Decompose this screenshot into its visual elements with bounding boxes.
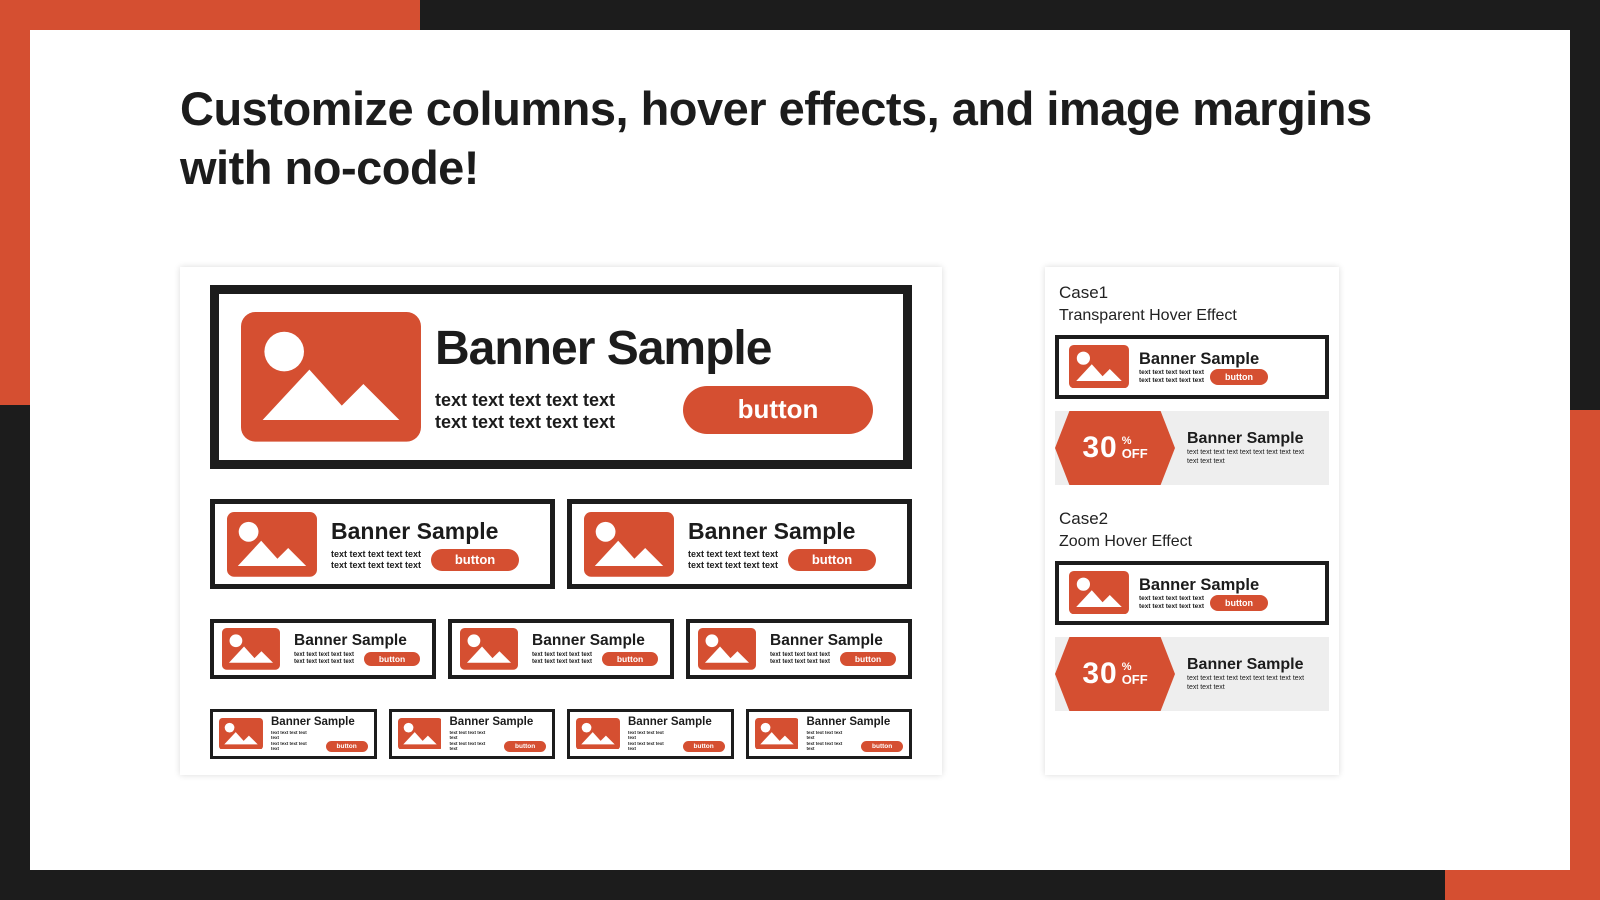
showcase-row-2: Banner Sampletext text text text texttex…	[210, 499, 912, 589]
banner-text-line: text text text text text	[435, 411, 615, 434]
banner-button[interactable]: button	[504, 741, 546, 752]
banner-button[interactable]: button	[326, 741, 368, 752]
promo-text-line: text text text text text text text text …	[1187, 448, 1304, 457]
banner-title: Banner Sample	[294, 632, 424, 650]
banner-text-line: text text text text text	[1139, 377, 1204, 385]
promo-banner[interactable]: 30 %OFF Banner Sample text text text tex…	[1055, 411, 1329, 485]
banner-text-line: text text text text text	[688, 549, 778, 560]
case-label: Case2	[1059, 509, 1325, 529]
banner-button[interactable]: button	[840, 652, 896, 666]
banner-text-line: text text text text text	[450, 730, 495, 741]
banner-text-line: text text text text text	[450, 741, 495, 752]
banner-title: Banner Sample	[271, 716, 368, 728]
banner-button[interactable]: button	[431, 549, 519, 571]
banner-card[interactable]: Banner Sample text text text text texttex…	[210, 619, 436, 679]
banner-card[interactable]: Banner Sample text text text text texttex…	[389, 709, 556, 759]
promo-banner[interactable]: 30 %OFF Banner Sample text text text tex…	[1055, 637, 1329, 711]
banner-text-line: text text text text text	[331, 560, 421, 571]
banner-card[interactable]: Banner Sample text text text text text t…	[210, 285, 912, 469]
banner-button[interactable]: button	[788, 549, 876, 571]
showcase-row-3: Banner Sampletext text text text texttex…	[210, 619, 912, 679]
image-placeholder-icon	[584, 512, 674, 576]
banner-text-line: text text text text text	[770, 652, 830, 659]
banner-button[interactable]: button	[1210, 369, 1268, 385]
image-placeholder-icon	[1069, 345, 1129, 389]
banner-card[interactable]: Banner Sample text text text text texttex…	[448, 619, 674, 679]
banner-text-line: text text text text text	[435, 389, 615, 412]
banner-card[interactable]: Banner Sampletext text text text texttex…	[1055, 335, 1329, 399]
banner-title: Banner Sample	[331, 518, 538, 545]
banner-card[interactable]: Banner Sample text text text text texttex…	[210, 499, 555, 589]
case-subtitle: Zoom Hover Effect	[1059, 533, 1325, 551]
banner-button[interactable]: button	[1210, 595, 1268, 611]
banner-text-line: text text text text text	[271, 730, 316, 741]
banner-text-line: text text text text text	[1139, 603, 1204, 611]
promo-title: Banner Sample	[1187, 430, 1304, 448]
banner-card[interactable]: Banner Sample text text text text texttex…	[567, 709, 734, 759]
image-placeholder-icon	[755, 718, 799, 750]
discount-off: OFF	[1122, 673, 1148, 686]
banner-title: Banner Sample	[807, 716, 904, 728]
image-placeholder-icon	[1069, 571, 1129, 615]
banner-button[interactable]: button	[602, 652, 658, 666]
showcase-panel: Banner Sample text text text text text t…	[180, 267, 942, 775]
promo-text-line: text text text	[1187, 457, 1304, 466]
banner-card[interactable]: Banner Sampletext text text text texttex…	[1055, 561, 1329, 625]
banner-text-line: text text text text text	[688, 560, 778, 571]
banner-text-line: text text text text text	[1139, 595, 1204, 603]
banner-button[interactable]: button	[683, 741, 725, 752]
banner-button[interactable]: button	[861, 741, 903, 752]
banner-button[interactable]: button	[683, 386, 873, 434]
case-subtitle: Transparent Hover Effect	[1059, 307, 1325, 325]
discount-number: 30	[1082, 657, 1117, 691]
image-placeholder-icon	[241, 312, 421, 442]
image-placeholder-icon	[398, 718, 442, 750]
case-label: Case1	[1059, 283, 1325, 303]
image-placeholder-icon	[698, 628, 756, 670]
banner-text-line: text text text text text	[807, 741, 852, 752]
image-placeholder-icon	[460, 628, 518, 670]
image-placeholder-icon	[222, 628, 280, 670]
discount-number: 30	[1082, 431, 1117, 465]
banner-title: Banner Sample	[770, 632, 900, 650]
promo-text-line: text text text text text text text text …	[1187, 674, 1304, 683]
showcase-row-1: Banner Sample text text text text text t…	[210, 285, 912, 469]
banner-title: Banner Sample	[450, 716, 547, 728]
page-surface: Customize columns, hover effects, and im…	[30, 30, 1570, 870]
banner-title: Banner Sample	[628, 716, 725, 728]
banner-text-line: text text text text text	[294, 659, 354, 666]
banner-card[interactable]: Banner Sample text text text text texttex…	[746, 709, 913, 759]
sidebar-panel: Case1 Transparent Hover Effect Banner Sa…	[1045, 267, 1339, 775]
banner-title: Banner Sample	[435, 321, 873, 376]
discount-badge: 30 %OFF	[1055, 637, 1175, 711]
discount-off: OFF	[1122, 447, 1148, 460]
banner-title: Banner Sample	[1139, 576, 1268, 595]
banner-title: Banner Sample	[1139, 350, 1268, 369]
banner-text-line: text text text text text	[331, 549, 421, 560]
page-title: Customize columns, hover effects, and im…	[180, 80, 1470, 198]
banner-text-line: text text text text text	[770, 659, 830, 666]
banner-title: Banner Sample	[688, 518, 895, 545]
banner-card[interactable]: Banner Sample text text text text texttex…	[686, 619, 912, 679]
banner-text-line: text text text text text	[271, 741, 316, 752]
discount-badge: 30 %OFF	[1055, 411, 1175, 485]
banner-text-line: text text text text text	[628, 730, 673, 741]
banner-title: Banner Sample	[532, 632, 662, 650]
banner-text-line: text text text text text	[532, 659, 592, 666]
image-placeholder-icon	[219, 718, 263, 750]
banner-text-line: text text text text text	[532, 652, 592, 659]
promo-text-line: text text text	[1187, 683, 1304, 692]
promo-title: Banner Sample	[1187, 656, 1304, 674]
banner-card[interactable]: Banner Sample text text text text texttex…	[567, 499, 912, 589]
banner-text-line: text text text text text	[294, 652, 354, 659]
banner-text-line: text text text text text	[807, 730, 852, 741]
banner-text-line: text text text text text	[1139, 369, 1204, 377]
image-placeholder-icon	[576, 718, 620, 750]
showcase-row-4: Banner Sampletext text text text texttex…	[210, 709, 912, 759]
banner-text-line: text text text text text	[628, 741, 673, 752]
image-placeholder-icon	[227, 512, 317, 576]
banner-card[interactable]: Banner Sample text text text text texttex…	[210, 709, 377, 759]
banner-button[interactable]: button	[364, 652, 420, 666]
